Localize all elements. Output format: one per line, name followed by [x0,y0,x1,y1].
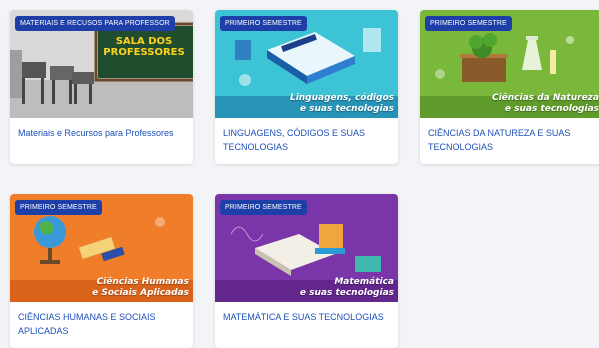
banner-line-1: Ciências da Natureza [491,93,599,103]
card-thumbnail[interactable]: PRIMEIRO SEMESTRE Matemática e suas tecn… [215,194,398,302]
course-card-professores[interactable]: SALA DOS PROFESSORES MATERIAIS E RECUSOS… [10,10,193,164]
board-line-1: SALA DOS [115,36,173,47]
thumbnail-banner: Linguagens, códigos e suas tecnologias [290,93,394,115]
banner-line-2: e suas tecnologias [504,104,599,114]
card-thumbnail[interactable]: PRIMEIRO SEMESTRE Ciências da Natureza e… [420,10,599,118]
banner-line-2: e suas tecnologias [299,288,394,298]
card-title[interactable]: MATEMÁTICA E SUAS TECNOLOGIAS [223,310,390,324]
thumbnail-banner: Ciências Humanas e Sociais Aplicadas [92,277,189,299]
card-thumbnail[interactable]: PRIMEIRO SEMESTRE Linguagens, códigos e … [215,10,398,118]
banner-line-2: e Sociais Aplicadas [92,288,189,298]
thumbnail-banner: Ciências da Natureza e suas tecnologias [492,93,599,115]
card-title[interactable]: Materiais e Recursos para Professores [18,126,185,140]
banner-line-1: Ciências Humanas [96,277,189,287]
course-card-natureza[interactable]: PRIMEIRO SEMESTRE Ciências da Natureza e… [420,10,599,164]
card-title[interactable]: LINGUAGENS, CÓDIGOS E SUAS TECNOLOGIAS [223,126,390,154]
card-thumbnail[interactable]: SALA DOS PROFESSORES MATERIAIS E RECUSOS… [10,10,193,118]
category-badge: PRIMEIRO SEMESTRE [15,200,102,215]
course-card-humanas[interactable]: PRIMEIRO SEMESTRE Ciências Humanas e Soc… [10,194,193,348]
board-text: SALA DOS PROFESSORES [101,36,187,58]
board-line-2: PROFESSORES [103,47,185,58]
category-badge: PRIMEIRO SEMESTRE [220,200,307,215]
card-thumbnail[interactable]: PRIMEIRO SEMESTRE Ciências Humanas e Soc… [10,194,193,302]
banner-line-2: e suas tecnologias [299,104,394,114]
banner-line-1: Matemática [334,277,394,287]
thumbnail-banner: Matemática e suas tecnologias [300,277,394,299]
category-badge: PRIMEIRO SEMESTRE [425,16,512,31]
card-title[interactable]: CIÊNCIAS DA NATUREZA E SUAS TECNOLOGIAS [428,126,595,154]
course-card-linguagens[interactable]: PRIMEIRO SEMESTRE Linguagens, códigos e … [215,10,398,164]
category-badge: MATERIAIS E RECUSOS PARA PROFESSOR [15,16,175,31]
banner-line-1: Linguagens, códigos [289,93,394,103]
category-badge: PRIMEIRO SEMESTRE [220,16,307,31]
course-card-matematica[interactable]: PRIMEIRO SEMESTRE Matemática e suas tecn… [215,194,398,348]
